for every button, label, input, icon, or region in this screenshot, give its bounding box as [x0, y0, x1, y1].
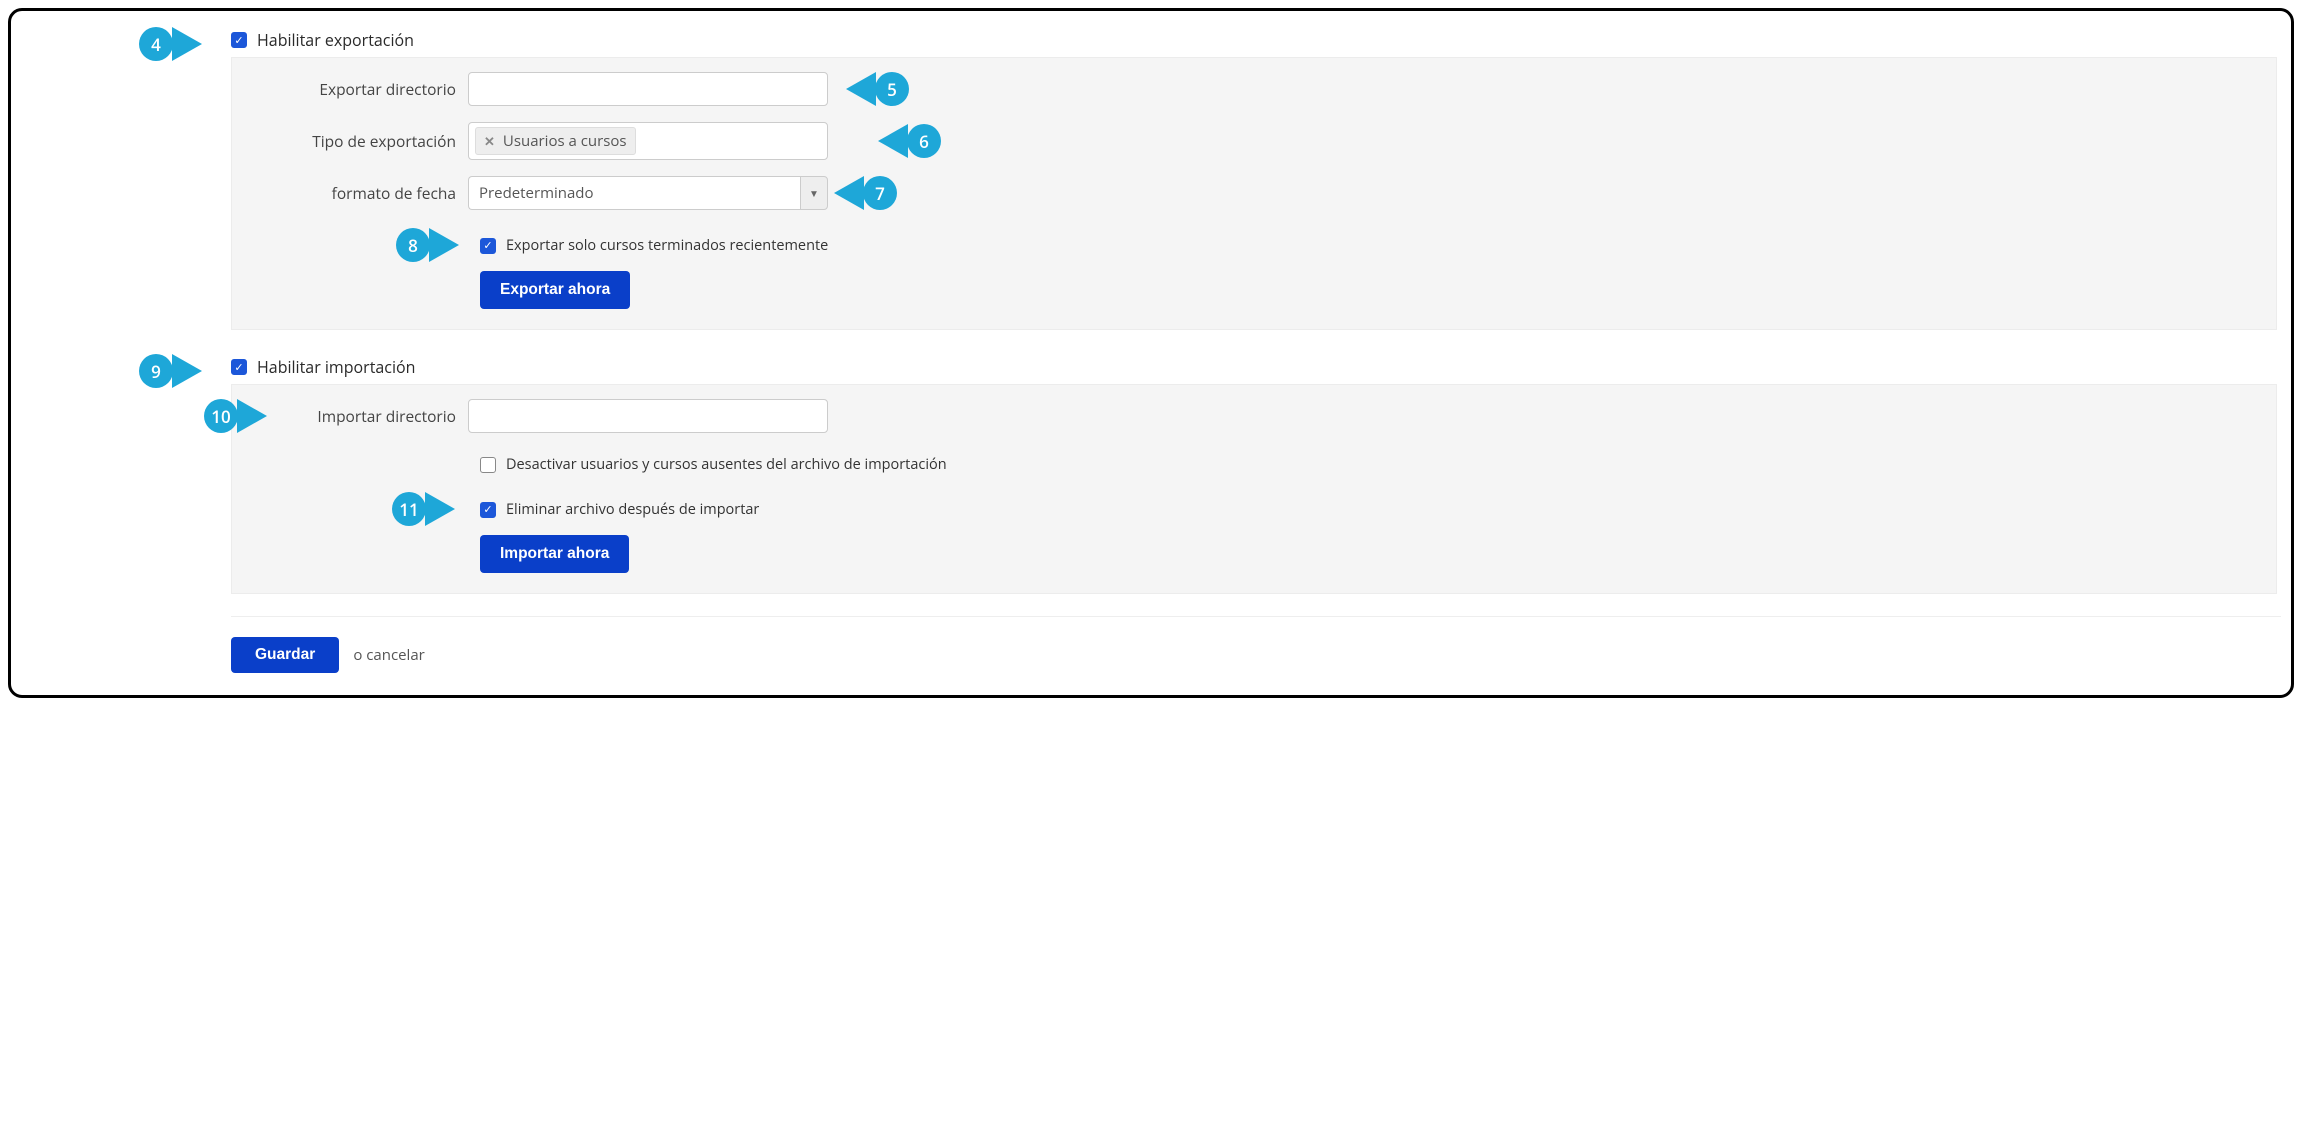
cancel-link[interactable]: o cancelar — [353, 645, 425, 665]
import-delete-after-row: 11 ✓ Eliminar archivo después de importa… — [480, 500, 2262, 519]
export-panel: Exportar directorio 5 Tipo de exportació… — [231, 57, 2277, 330]
settings-form: 4 ✓ Habilitar exportación Exportar direc… — [8, 8, 2294, 698]
import-dir-input[interactable] — [468, 399, 828, 433]
check-icon: ✓ — [234, 360, 243, 375]
remove-tag-icon[interactable]: ✕ — [484, 132, 495, 150]
annotation-marker-7: 7 — [834, 176, 897, 210]
export-type-row: Tipo de exportación ✕ Usuarios a cursos … — [246, 122, 2262, 160]
annotation-marker-9: 9 — [139, 354, 202, 388]
export-now-button[interactable]: Exportar ahora — [480, 271, 630, 309]
import-panel: 10 Importar directorio Desactivar usuari… — [231, 384, 2277, 594]
import-dir-label: Importar directorio — [246, 405, 456, 427]
import-dir-row: 10 Importar directorio — [246, 399, 2262, 433]
import-deactivate-label: Desactivar usuarios y cursos ausentes de… — [506, 455, 947, 474]
export-recent-only-checkbox[interactable]: ✓ — [480, 238, 496, 254]
export-enable-checkbox[interactable]: ✓ — [231, 32, 247, 48]
save-button[interactable]: Guardar — [231, 637, 339, 673]
date-format-label: formato de fecha — [246, 182, 456, 204]
import-now-row: Importar ahora — [480, 535, 2262, 573]
import-deactivate-row: Desactivar usuarios y cursos ausentes de… — [480, 455, 2262, 474]
export-dir-row: Exportar directorio 5 — [246, 72, 2262, 106]
export-recent-only-label: Exportar solo cursos terminados reciente… — [506, 236, 828, 255]
annotation-marker-5: 5 — [846, 72, 909, 106]
check-icon: ✓ — [483, 238, 492, 253]
annotation-marker-4: 4 — [139, 27, 202, 61]
export-type-tag[interactable]: ✕ Usuarios a cursos — [475, 127, 636, 155]
export-now-row: Exportar ahora — [480, 271, 2262, 309]
check-icon: ✓ — [234, 33, 243, 48]
export-dir-label: Exportar directorio — [246, 78, 456, 100]
export-enable-row: 4 ✓ Habilitar exportación — [231, 29, 2281, 51]
export-type-tag-label: Usuarios a cursos — [503, 131, 627, 151]
import-enable-label: Habilitar importación — [257, 356, 415, 378]
check-icon: ✓ — [483, 502, 492, 517]
import-delete-after-checkbox[interactable]: ✓ — [480, 502, 496, 518]
chevron-down-icon: ▼ — [809, 186, 819, 200]
annotation-marker-11: 11 — [392, 492, 455, 526]
export-recent-only-row: 8 ✓ Exportar solo cursos terminados reci… — [480, 236, 2262, 255]
import-deactivate-checkbox[interactable] — [480, 457, 496, 473]
date-format-value: Predeterminado — [468, 176, 800, 210]
export-dir-input[interactable] — [468, 72, 828, 106]
annotation-marker-8: 8 — [396, 228, 459, 262]
import-enable-checkbox[interactable]: ✓ — [231, 359, 247, 375]
date-format-select[interactable]: Predeterminado ▼ — [468, 176, 828, 210]
export-type-label: Tipo de exportación — [246, 130, 456, 152]
date-format-dropdown-button[interactable]: ▼ — [800, 176, 828, 210]
date-format-row: formato de fecha Predeterminado ▼ 7 — [246, 176, 2262, 210]
import-enable-row: 9 ✓ Habilitar importación — [231, 356, 2281, 378]
import-now-button[interactable]: Importar ahora — [480, 535, 629, 573]
annotation-marker-6: 6 — [878, 124, 941, 158]
import-delete-after-label: Eliminar archivo después de importar — [506, 500, 759, 519]
export-type-input[interactable]: ✕ Usuarios a cursos — [468, 122, 828, 160]
export-enable-label: Habilitar exportación — [257, 29, 414, 51]
form-footer: Guardar o cancelar — [231, 616, 2281, 673]
